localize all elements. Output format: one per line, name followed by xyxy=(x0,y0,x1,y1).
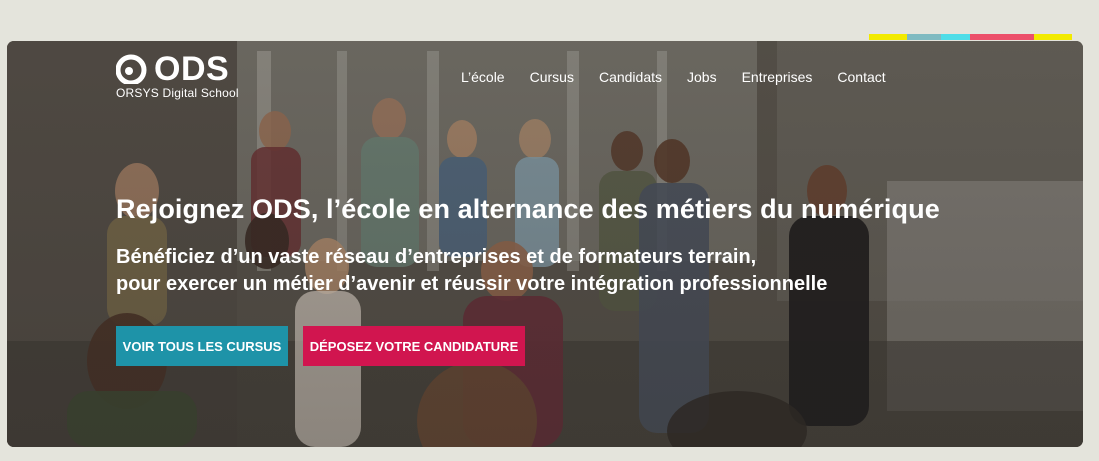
nav-item-candidats[interactable]: Candidats xyxy=(599,69,662,85)
nav-item-jobs[interactable]: Jobs xyxy=(687,69,717,85)
strip-yellow-2 xyxy=(1034,34,1072,40)
strip-yellow xyxy=(869,34,907,40)
main-nav: L’école Cursus Candidats Jobs Entreprise… xyxy=(461,69,911,85)
logo-text: ODS xyxy=(154,50,230,88)
nav-item-entreprises[interactable]: Entreprises xyxy=(742,69,813,85)
nav-item-cursus[interactable]: Cursus xyxy=(530,69,574,85)
submit-application-button[interactable]: DÉPOSEZ VOTRE CANDIDATURE xyxy=(303,326,525,366)
nav-item-contact[interactable]: Contact xyxy=(837,69,885,85)
hero-subtitle-line-2: pour exercer un métier d’avenir et réuss… xyxy=(116,273,828,295)
strip-cyan xyxy=(941,34,970,40)
ods-swirl-icon xyxy=(116,54,147,84)
nav-item-ecole[interactable]: L’école xyxy=(461,69,505,85)
logo-subtitle: ORSYS Digital School xyxy=(116,86,239,100)
hero-subtitle-line-1: Bénéficiez d’un vaste réseau d’entrepris… xyxy=(116,246,757,268)
strip-pink xyxy=(970,34,1034,40)
ods-logo[interactable]: ODS ORSYS Digital School xyxy=(116,52,239,100)
view-all-courses-button[interactable]: VOIR TOUS LES CURSUS xyxy=(116,326,288,366)
hero-banner: ODS ORSYS Digital School L’école Cursus … xyxy=(7,41,1083,447)
strip-teal xyxy=(907,34,941,40)
hero-subtitle: Bénéficiez d’un vaste réseau d’entrepris… xyxy=(116,244,876,298)
brand-color-strip xyxy=(869,34,1072,40)
hero-headline: Rejoignez ODS, l’école en alternance des… xyxy=(116,194,940,224)
